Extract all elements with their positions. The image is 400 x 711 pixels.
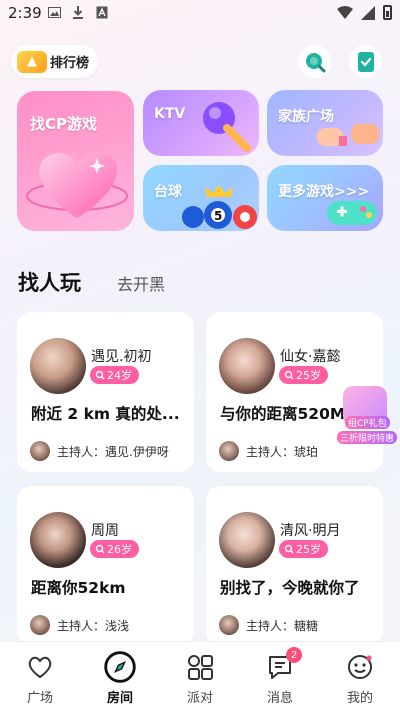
room-headline: 别找了，今晚就你了 bbox=[220, 579, 360, 597]
gamepad-icon bbox=[327, 201, 377, 225]
room-owner-name: 遇见.初初 bbox=[91, 349, 152, 365]
ktv-tile[interactable]: KTV bbox=[143, 90, 259, 156]
host-avatar bbox=[219, 441, 239, 461]
search-small-icon bbox=[95, 370, 105, 380]
grid-icon bbox=[188, 655, 213, 680]
search-small-icon bbox=[95, 544, 105, 554]
host-avatar bbox=[30, 615, 50, 635]
wifi-icon bbox=[337, 5, 353, 19]
compass-icon bbox=[104, 651, 136, 683]
heart-icon bbox=[26, 151, 128, 218]
room-owner-name: 周周 bbox=[91, 523, 119, 539]
age-text: 25岁 bbox=[296, 369, 321, 382]
ranking-label: 排行榜 bbox=[50, 56, 90, 71]
room-card[interactable]: 清风·明月 25岁 别找了，今晚就你了 主持人：糖糖 bbox=[206, 486, 383, 646]
age-badge: 24岁 bbox=[90, 366, 139, 384]
fist-bump-icon bbox=[317, 124, 379, 146]
promo-line-2: 三折限时特惠 bbox=[337, 431, 398, 444]
search-small-icon bbox=[284, 544, 294, 554]
find-cp-game-tile[interactable]: 找CP游戏 bbox=[17, 91, 134, 231]
heart-outline-icon bbox=[28, 656, 52, 679]
find-cp-game-label: 找CP游戏 bbox=[30, 115, 98, 133]
host-avatar bbox=[219, 615, 239, 635]
age-text: 24岁 bbox=[107, 369, 132, 382]
room-owner-name: 仙女·嘉懿 bbox=[280, 349, 341, 365]
host-label: 主持人：琥珀 bbox=[246, 445, 319, 459]
family-square-tile[interactable]: 家族广场 bbox=[267, 90, 383, 156]
tab-label: 我的 bbox=[346, 691, 373, 706]
age-badge: 25岁 bbox=[279, 366, 328, 384]
host-label: 主持人：浅浅 bbox=[57, 619, 130, 633]
svg-text:5: 5 bbox=[214, 209, 222, 223]
avatar bbox=[219, 512, 275, 568]
tab-square[interactable]: 广场 bbox=[0, 642, 80, 711]
promo-line-1: 组CP礼包 bbox=[345, 416, 390, 429]
age-badge: 26岁 bbox=[90, 540, 139, 558]
tab-room[interactable]: 房间 bbox=[80, 642, 160, 711]
room-headline: 距离你52km bbox=[31, 579, 126, 597]
age-badge: 25岁 bbox=[279, 540, 328, 558]
task-button[interactable] bbox=[349, 45, 382, 78]
unread-badge: 2 bbox=[286, 647, 302, 663]
age-text: 26岁 bbox=[107, 543, 132, 556]
status-bar: 2:39 bbox=[0, 0, 400, 28]
search-button[interactable] bbox=[298, 45, 331, 78]
host-label: 主持人：糖糖 bbox=[246, 619, 319, 633]
tab-label: 广场 bbox=[26, 691, 53, 706]
ranking-button[interactable]: ▲ 排行榜 bbox=[11, 45, 98, 78]
gallery-icon bbox=[48, 6, 61, 23]
avatar bbox=[219, 338, 275, 394]
tab-label: 消息 bbox=[266, 691, 293, 706]
host-label: 主持人：遇见.伊伊呀 bbox=[57, 445, 169, 459]
room-headline: 附近 2 km 真的处... bbox=[31, 405, 180, 423]
room-headline: 与你的距离520M bbox=[220, 405, 346, 423]
trophy-icon: ▲ bbox=[17, 50, 47, 73]
smiley-icon bbox=[348, 655, 372, 679]
find-people-tab[interactable]: 找人玩 bbox=[18, 267, 81, 297]
search-icon bbox=[305, 52, 325, 72]
cp-gift-promo[interactable]: 组CP礼包 三折限时特惠 bbox=[337, 386, 398, 446]
a-icon bbox=[96, 6, 108, 23]
clipboard-check-icon bbox=[357, 51, 374, 72]
avatar bbox=[30, 338, 86, 394]
avatar bbox=[30, 512, 86, 568]
download-icon bbox=[72, 6, 84, 23]
status-time: 2:39 bbox=[8, 4, 42, 22]
ktv-label: KTV bbox=[154, 106, 186, 122]
tab-mine[interactable]: 我的 bbox=[320, 642, 400, 711]
signal-icon bbox=[361, 5, 375, 20]
battery-icon bbox=[383, 5, 392, 20]
billiards-label: 台球 bbox=[154, 184, 182, 200]
room-card[interactable]: 遇见.初初 24岁 附近 2 km 真的处... 主持人：遇见.伊伊呀 bbox=[17, 312, 194, 472]
billiard-balls-icon: 5 bbox=[182, 185, 257, 229]
room-owner-name: 清风·明月 bbox=[280, 523, 341, 539]
search-small-icon bbox=[284, 370, 294, 380]
host-avatar bbox=[30, 441, 50, 461]
age-text: 25岁 bbox=[296, 543, 321, 556]
bottom-tab-bar: 广场 房间 派对 2 消息 我的 bbox=[0, 641, 400, 711]
tab-messages[interactable]: 2 消息 bbox=[240, 642, 320, 711]
room-card[interactable]: 周周 26岁 距离你52km 主持人：浅浅 bbox=[17, 486, 194, 646]
more-games-tile[interactable]: 更多游戏>>> bbox=[267, 165, 383, 231]
microphone-icon bbox=[203, 102, 251, 152]
tab-label: 派对 bbox=[186, 691, 213, 706]
tab-label: 房间 bbox=[106, 691, 133, 706]
billiards-tile[interactable]: 台球 5 bbox=[143, 165, 259, 231]
play-together-tab[interactable]: 去开黑 bbox=[117, 271, 165, 295]
tab-party[interactable]: 派对 bbox=[160, 642, 240, 711]
